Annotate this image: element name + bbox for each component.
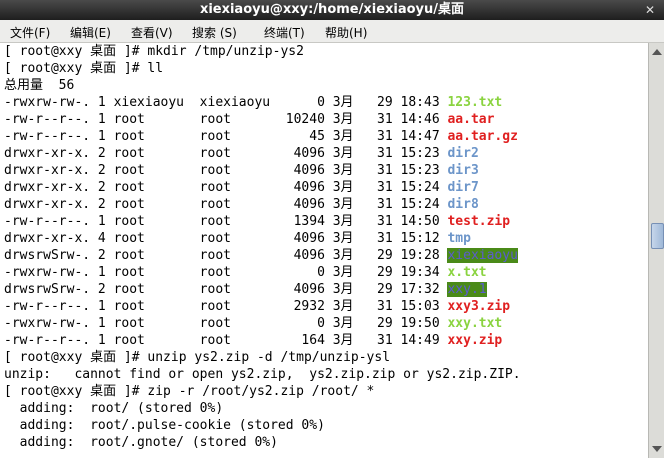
listing-row: -rw-r--r--. 1 root root 45 3月 31 14:47 a… [4, 128, 518, 145]
menu-search[interactable]: 搜索 (S) [192, 24, 237, 41]
command-line-mkdir: [ root@xxy 桌面 ]# mkdir /tmp/unzip-ys2 [4, 43, 304, 60]
listing-row: drwsrwSrw-. 2 root root 4096 3月 29 19:28… [4, 247, 518, 264]
listing-row: drwxr-xr-x. 2 root root 4096 3月 31 15:24… [4, 179, 479, 196]
file-name: aa.tar.gz [447, 129, 518, 144]
file-name: xiexiaoyu [447, 248, 518, 263]
file-name: xxy.1 [447, 282, 487, 297]
command-text: ll [147, 61, 164, 76]
prompt: [ root@xxy 桌面 ]# [4, 61, 148, 76]
file-name: aa.tar [447, 112, 495, 127]
file-name: test.zip [447, 214, 511, 229]
listing-meta: drwsrwSrw-. 2 root root 4096 3月 29 17:32 [4, 282, 448, 297]
menu-help[interactable]: 帮助(H) [325, 24, 367, 41]
file-name: xxy.txt [447, 316, 503, 331]
listing-row: drwxr-xr-x. 2 root root 4096 3月 31 15:23… [4, 162, 479, 179]
close-icon[interactable]: ✕ [642, 2, 658, 18]
listing-meta: drwxr-xr-x. 2 root root 4096 3月 31 15:23 [4, 146, 448, 161]
file-name: 123.txt [447, 95, 503, 110]
listing-row: -rw-r--r--. 1 root root 1394 3月 31 14:50… [4, 213, 510, 230]
menu-terminal[interactable]: 终端(T) [264, 24, 305, 41]
scroll-down-arrow-icon[interactable] [652, 446, 662, 452]
adding-line: adding: root/.pulse-cookie (stored 0%) [4, 418, 325, 433]
listing-row: drwxr-xr-x. 2 root root 4096 3月 31 15:24… [4, 196, 479, 213]
command-line-zip: [ root@xxy 桌面 ]# zip -r /root/ys2.zip /r… [4, 383, 374, 400]
scrollbar-thumb[interactable] [651, 223, 664, 249]
listing-meta: -rwxrw-rw-. 1 root root 0 3月 29 19:34 [4, 265, 448, 280]
listing-meta: -rwxrw-rw-. 1 xiexiaoyu xiexiaoyu 0 3月 2… [4, 95, 448, 110]
command-line-ll: [ root@xxy 桌面 ]# ll [4, 60, 163, 77]
file-name: dir2 [447, 146, 479, 161]
unzip-error: unzip: cannot find or open ys2.zip, ys2.… [4, 367, 521, 382]
menu-bar: 文件(F) 编辑(E) 查看(V) 搜索 (S) 终端(T) 帮助(H) [0, 20, 664, 43]
command-text: zip -r /root/ys2.zip /root/ * [147, 384, 375, 399]
command-line-unzip: [ root@xxy 桌面 ]# unzip ys2.zip -d /tmp/u… [4, 349, 390, 366]
listing-row: -rw-r--r--. 1 root root 164 3月 31 14:49 … [4, 332, 502, 349]
listing-meta: -rw-r--r--. 1 root root 45 3月 31 14:47 [4, 129, 448, 144]
command-text: mkdir /tmp/unzip-ys2 [147, 44, 304, 59]
file-name: dir7 [447, 180, 479, 195]
listing-row: drwxr-xr-x. 4 root root 4096 3月 31 15:12… [4, 230, 471, 247]
menu-edit[interactable]: 编辑(E) [70, 24, 111, 41]
listing-meta: -rw-r--r--. 1 root root 10240 3月 31 14:4… [4, 112, 448, 127]
terminal-output[interactable]: [ root@xxy 桌面 ]# mkdir /tmp/unzip-ys2 [ … [0, 43, 648, 458]
file-name: xxy3.zip [447, 299, 511, 314]
listing-meta: drwxr-xr-x. 2 root root 4096 3月 31 15:24 [4, 180, 448, 195]
prompt: [ root@xxy 桌面 ]# [4, 350, 148, 365]
file-name: dir3 [447, 163, 479, 178]
file-name: xxy.zip [447, 333, 503, 348]
adding-line: adding: root/.gnote/ (stored 0%) [4, 435, 278, 450]
listing-meta: -rw-r--r--. 1 root root 1394 3月 31 14:50 [4, 214, 448, 229]
menu-view[interactable]: 查看(V) [131, 24, 173, 41]
listing-row: -rw-r--r--. 1 root root 10240 3月 31 14:4… [4, 111, 494, 128]
listing-meta: -rw-r--r--. 1 root root 164 3月 31 14:49 [4, 333, 448, 348]
listing-meta: -rw-r--r--. 1 root root 2932 3月 31 15:03 [4, 299, 448, 314]
command-text: unzip ys2.zip -d /tmp/unzip-ysl [147, 350, 391, 365]
listing-meta: drwxr-xr-x. 2 root root 4096 3月 31 15:23 [4, 163, 448, 178]
prompt: [ root@xxy 桌面 ]# [4, 44, 148, 59]
listing-meta: drwxr-xr-x. 2 root root 4096 3月 31 15:24 [4, 197, 448, 212]
total-line: 总用量 56 [4, 78, 75, 93]
file-name: x.txt [447, 265, 487, 280]
prompt: [ root@xxy 桌面 ]# [4, 384, 148, 399]
listing-row: -rwxrw-rw-. 1 root root 0 3月 29 19:50 xx… [4, 315, 502, 332]
menu-file[interactable]: 文件(F) [10, 24, 50, 41]
listing-meta: drwsrwSrw-. 2 root root 4096 3月 29 19:28 [4, 248, 448, 263]
file-name: tmp [447, 231, 471, 246]
scroll-up-arrow-icon[interactable] [652, 49, 662, 55]
adding-line: adding: root/ (stored 0%) [4, 401, 224, 416]
listing-meta: -rwxrw-rw-. 1 root root 0 3月 29 19:50 [4, 316, 448, 331]
window-title: xiexiaoyu@xxy:/home/xiexiaoyu/桌面 [199, 2, 465, 17]
listing-meta: drwxr-xr-x. 4 root root 4096 3月 31 15:12 [4, 231, 448, 246]
listing-row: -rwxrw-rw-. 1 xiexiaoyu xiexiaoyu 0 3月 2… [4, 94, 502, 111]
title-bar: xiexiaoyu@xxy:/home/xiexiaoyu/桌面 ✕ [0, 0, 664, 20]
listing-row: drwxr-xr-x. 2 root root 4096 3月 31 15:23… [4, 145, 479, 162]
listing-row: -rwxrw-rw-. 1 root root 0 3月 29 19:34 x.… [4, 264, 487, 281]
vertical-scrollbar[interactable] [648, 43, 664, 458]
listing-row: -rw-r--r--. 1 root root 2932 3月 31 15:03… [4, 298, 510, 315]
file-name: dir8 [447, 197, 479, 212]
listing-row: drwsrwSrw-. 2 root root 4096 3月 29 17:32… [4, 281, 487, 298]
